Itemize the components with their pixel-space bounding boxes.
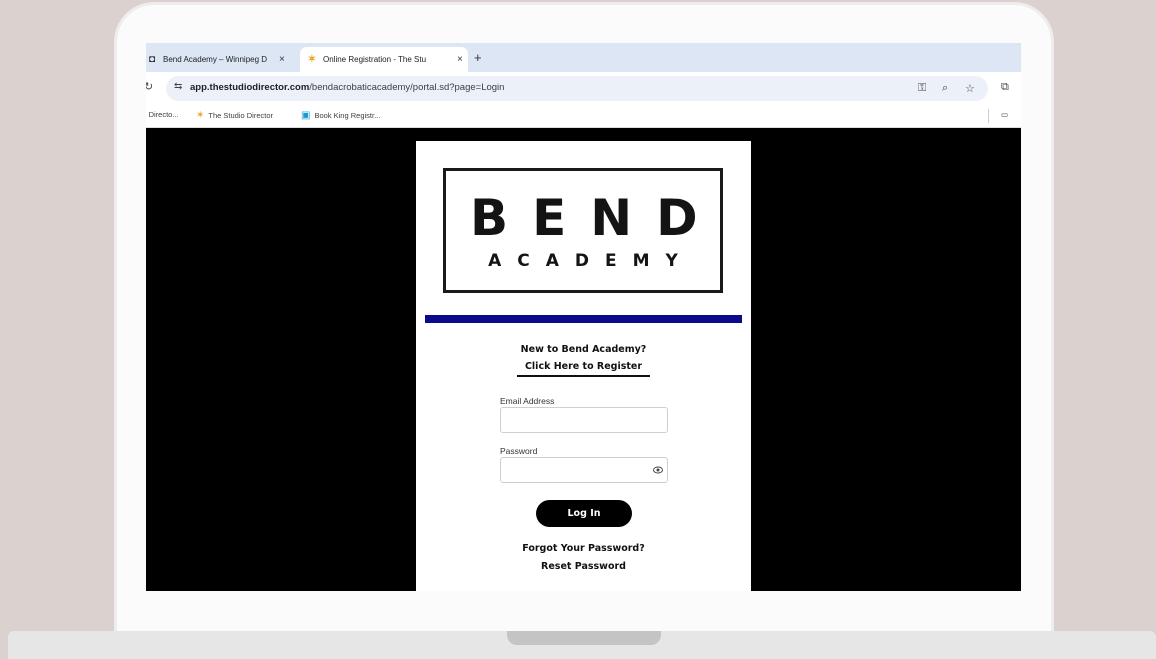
login-card: BEND ACADEMY New to Bend Academy? Click … bbox=[416, 141, 751, 591]
page-content: BEND ACADEMY New to Bend Academy? Click … bbox=[146, 128, 1021, 591]
zoom-icon[interactable]: ⌕ bbox=[942, 82, 948, 95]
register-link[interactable]: Click Here to Register bbox=[517, 361, 650, 377]
new-user-heading: New to Bend Academy? bbox=[520, 344, 647, 355]
close-icon[interactable]: × bbox=[457, 54, 463, 65]
logo-sub-text: ACADEMY bbox=[488, 251, 694, 271]
extensions-icon[interactable]: ⧉ bbox=[1001, 81, 1009, 94]
reset-password-link[interactable]: Reset Password bbox=[416, 561, 751, 572]
bookmark-item[interactable]: ✶ The Studio Director bbox=[196, 110, 273, 121]
password-field[interactable] bbox=[500, 457, 668, 483]
bookmark-label: › Directo... bbox=[146, 110, 179, 119]
bookmarks-bar: › Directo... ✶ The Studio Director ▣ Book … bbox=[146, 105, 1021, 128]
browser-toolbar: ↻ ⇆ app.thestudiodirector.com/bendacroba… bbox=[146, 72, 1021, 105]
forgot-password-text: Forgot Your Password? bbox=[522, 543, 645, 554]
url-text: app.thestudiodirector.com/bendacrobatica… bbox=[190, 82, 504, 93]
reload-icon[interactable]: ↻ bbox=[146, 80, 153, 93]
show-password-eye-icon[interactable] bbox=[653, 465, 663, 475]
email-label: Email Address bbox=[500, 396, 555, 406]
logo-main-text: BEND bbox=[470, 189, 722, 247]
address-bar[interactable]: ⇆ app.thestudiodirector.com/bendacrobati… bbox=[166, 76, 988, 101]
tab-title: Online Registration - The Stu bbox=[323, 55, 427, 64]
bookmark-item[interactable]: ▣ Book King Registr... bbox=[301, 110, 380, 121]
bookmark-star-icon[interactable]: ☆ bbox=[965, 82, 975, 95]
studio-director-icon: ✶ bbox=[307, 54, 317, 65]
tab-title: Bend Academy – Winnipeg D bbox=[163, 55, 268, 64]
bookmark-label: The Studio Director bbox=[208, 111, 274, 120]
github-style-icon: ◘ bbox=[148, 54, 156, 65]
bookmarks-divider bbox=[988, 109, 989, 123]
accent-divider bbox=[425, 315, 742, 323]
studio-director-icon: ✶ bbox=[196, 110, 205, 121]
url-host: app.thestudiodirector.com bbox=[190, 82, 310, 93]
bend-academy-logo: BEND ACADEMY bbox=[443, 168, 723, 293]
new-tab-button[interactable]: + bbox=[474, 50, 482, 65]
bookmark-item[interactable]: › Directo... bbox=[146, 110, 179, 119]
password-label: Password bbox=[500, 446, 538, 456]
browser-window: ◘ Bend Academy – Winnipeg D × ✶ Online R… bbox=[146, 43, 1021, 591]
bookmark-label: Book King Registr... bbox=[314, 111, 381, 120]
password-key-icon[interactable]: ⚿ bbox=[918, 82, 926, 95]
book-icon: ▣ bbox=[301, 110, 311, 121]
tab-bend-academy[interactable]: ◘ Bend Academy – Winnipeg D × bbox=[146, 47, 296, 72]
folder-icon[interactable]: ▭ bbox=[1001, 110, 1008, 119]
tab-online-registration[interactable]: ✶ Online Registration - The Stu × bbox=[300, 47, 468, 72]
url-path: /bendacrobaticacademy/portal.sd?page=Log… bbox=[309, 82, 505, 93]
site-info-icon[interactable]: ⇆ bbox=[174, 81, 182, 92]
login-button[interactable]: Log In bbox=[536, 500, 632, 527]
laptop-notch bbox=[507, 631, 661, 645]
close-icon[interactable]: × bbox=[279, 54, 285, 65]
email-field[interactable] bbox=[500, 407, 668, 433]
tab-strip: ◘ Bend Academy – Winnipeg D × ✶ Online R… bbox=[146, 43, 1021, 72]
